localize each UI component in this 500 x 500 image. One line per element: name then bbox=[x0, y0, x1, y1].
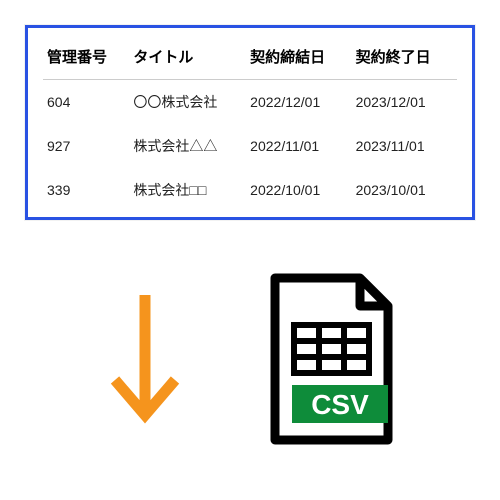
header-contract-start-date: 契約締結日 bbox=[246, 38, 351, 80]
header-management-number: 管理番号 bbox=[43, 38, 129, 80]
cell-start: 2022/12/01 bbox=[246, 80, 351, 125]
contracts-table: 管理番号 タイトル 契約締結日 契約終了日 604 〇〇株式会社 2022/12… bbox=[43, 38, 457, 212]
table-row: 604 〇〇株式会社 2022/12/01 2023/12/01 bbox=[43, 80, 457, 125]
cell-end: 2023/12/01 bbox=[352, 80, 457, 125]
cell-title: 〇〇株式会社 bbox=[129, 80, 246, 125]
down-arrow-icon bbox=[100, 285, 190, 435]
csv-label: CSV bbox=[311, 389, 369, 420]
cell-id: 339 bbox=[43, 168, 129, 212]
table-row: 927 株式会社△△ 2022/11/01 2023/11/01 bbox=[43, 124, 457, 168]
cell-title: 株式会社△△ bbox=[129, 124, 246, 168]
contracts-table-container: 管理番号 タイトル 契約締結日 契約終了日 604 〇〇株式会社 2022/12… bbox=[25, 25, 475, 220]
cell-start: 2022/10/01 bbox=[246, 168, 351, 212]
header-contract-end-date: 契約終了日 bbox=[352, 38, 457, 80]
table-row: 339 株式会社□□ 2022/10/01 2023/10/01 bbox=[43, 168, 457, 212]
export-indicator: CSV bbox=[25, 270, 475, 450]
csv-file-icon: CSV bbox=[260, 270, 400, 450]
cell-end: 2023/11/01 bbox=[352, 124, 457, 168]
table-header-row: 管理番号 タイトル 契約締結日 契約終了日 bbox=[43, 38, 457, 80]
cell-end: 2023/10/01 bbox=[352, 168, 457, 212]
cell-id: 927 bbox=[43, 124, 129, 168]
header-title: タイトル bbox=[129, 38, 246, 80]
cell-start: 2022/11/01 bbox=[246, 124, 351, 168]
cell-title: 株式会社□□ bbox=[129, 168, 246, 212]
cell-id: 604 bbox=[43, 80, 129, 125]
